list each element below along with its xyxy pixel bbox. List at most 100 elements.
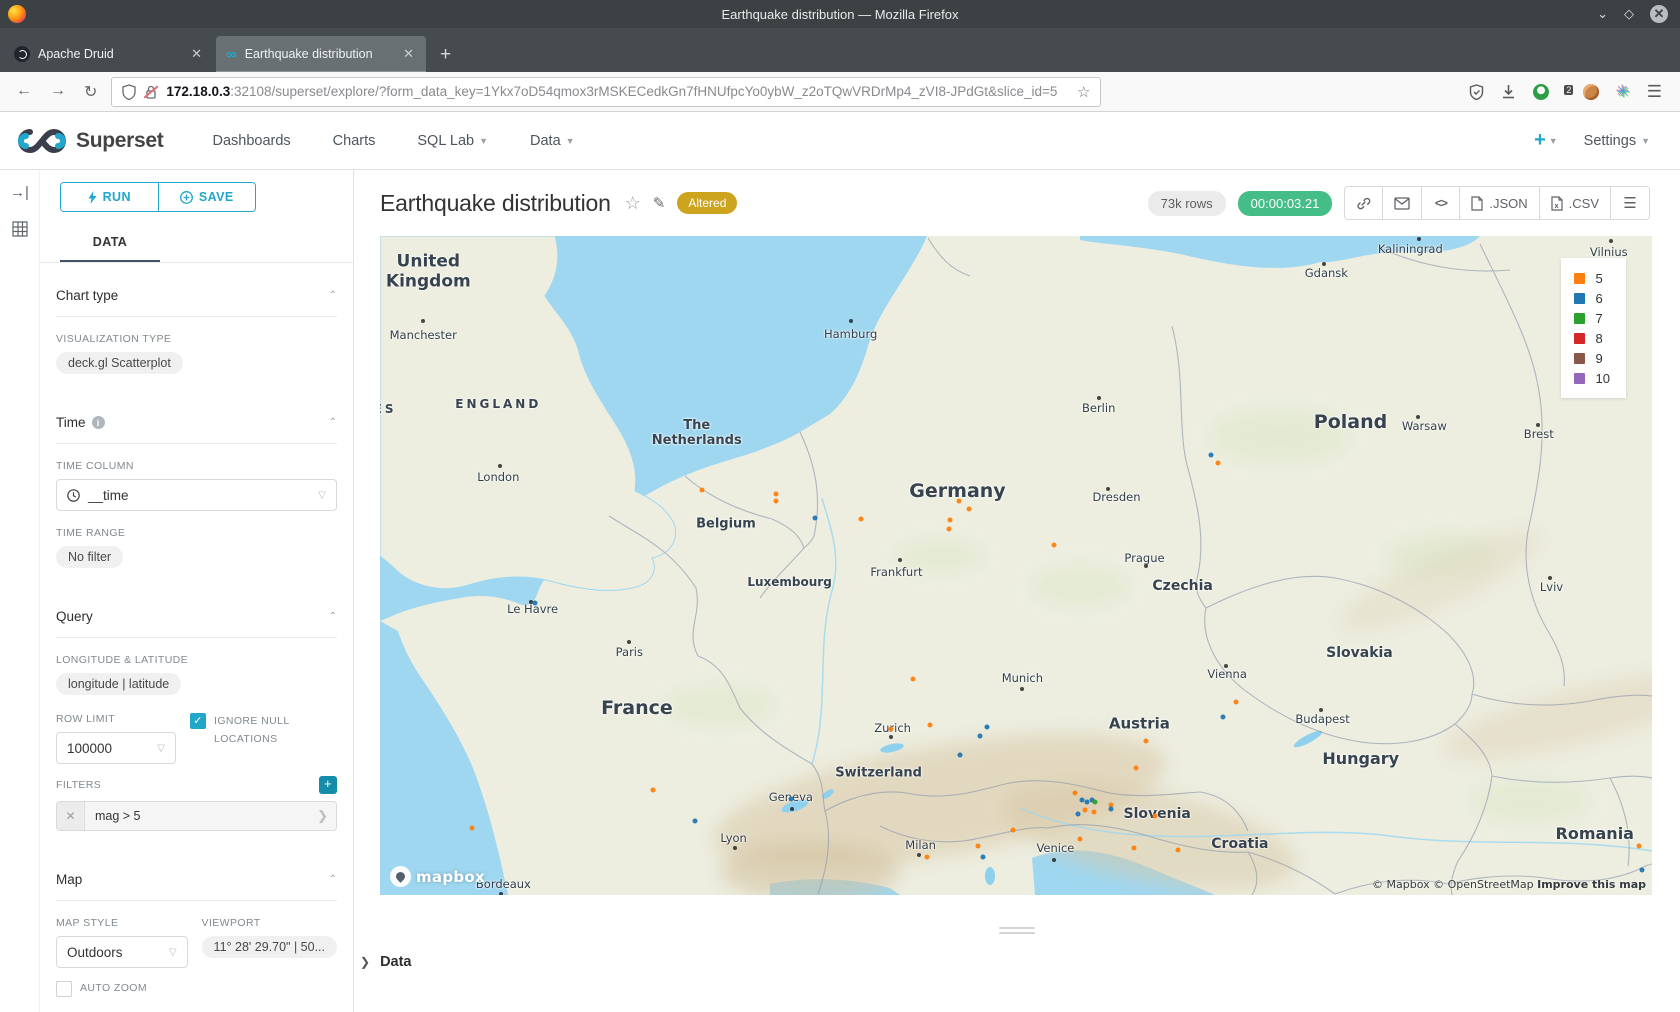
- earthquake-point[interactable]: [1133, 765, 1138, 770]
- window-minimize-button[interactable]: ⌄: [1597, 6, 1608, 22]
- earthquake-point[interactable]: [1109, 806, 1114, 811]
- earthquake-point[interactable]: [773, 491, 778, 496]
- tab-data[interactable]: DATA: [60, 226, 160, 262]
- remove-filter-icon[interactable]: ✕: [57, 802, 85, 830]
- filter-item[interactable]: ✕ mag > 5 ❯: [56, 801, 337, 831]
- earthquake-point[interactable]: [1234, 699, 1239, 704]
- earthquake-point[interactable]: [975, 844, 980, 849]
- earthquake-point[interactable]: [813, 516, 818, 521]
- row-limit-select[interactable]: 100000 ▽: [56, 732, 176, 764]
- cookie-extension-icon[interactable]: [1583, 84, 1599, 100]
- nav-menu-item[interactable]: Charts: [312, 133, 397, 149]
- earthquake-point[interactable]: [1077, 836, 1082, 841]
- earthquake-point[interactable]: [1072, 790, 1077, 795]
- section-query[interactable]: Query⌃: [56, 596, 337, 638]
- earthquake-point[interactable]: [1216, 460, 1221, 465]
- earthquake-point[interactable]: [958, 752, 963, 757]
- earthquake-point[interactable]: [946, 527, 951, 532]
- tracking-shield-icon[interactable]: [122, 84, 136, 100]
- earthquake-point[interactable]: [469, 825, 474, 830]
- run-button[interactable]: RUN: [61, 183, 159, 211]
- dataset-grid-icon[interactable]: [12, 221, 28, 237]
- earthquake-point[interactable]: [1076, 811, 1081, 816]
- forward-button[interactable]: →: [50, 82, 66, 102]
- nav-menu-item[interactable]: Data▼: [509, 133, 596, 149]
- mapbox-logo[interactable]: mapbox: [390, 866, 485, 887]
- ignore-null-checkbox[interactable]: ✓: [190, 713, 206, 729]
- earthquake-point[interactable]: [1082, 807, 1087, 812]
- section-map[interactable]: Map⌃: [56, 859, 337, 901]
- improve-map-link[interactable]: Improve this map: [1537, 878, 1646, 891]
- insecure-lock-icon[interactable]: [144, 84, 158, 100]
- earthquake-point[interactable]: [1152, 813, 1157, 818]
- save-button[interactable]: SAVE: [159, 183, 256, 211]
- superset-logo[interactable]: Superset: [16, 126, 163, 156]
- earthquake-point[interactable]: [858, 516, 863, 521]
- earthquake-point[interactable]: [910, 676, 915, 681]
- earthquake-point[interactable]: [699, 487, 704, 492]
- view-query-button[interactable]: <>: [1422, 187, 1460, 219]
- tab-close-icon[interactable]: ✕: [189, 46, 204, 62]
- earthquake-point[interactable]: [1052, 543, 1057, 548]
- protections-shield-icon[interactable]: [1469, 84, 1484, 100]
- window-close-button[interactable]: ✕: [1650, 5, 1668, 23]
- deckgl-scatterplot-map[interactable]: United KingdomENGLANDESThe NetherlandsBe…: [380, 236, 1652, 895]
- copy-link-button[interactable]: [1345, 187, 1383, 219]
- earthquake-point[interactable]: [1175, 848, 1180, 853]
- earthquake-point[interactable]: [1011, 827, 1016, 832]
- address-bar[interactable]: 172.18.0.3:32108/superset/explore/?form_…: [111, 77, 1101, 107]
- auto-zoom-checkbox[interactable]: [56, 981, 72, 997]
- reload-button[interactable]: ↻: [84, 82, 97, 102]
- downloads-icon[interactable]: [1501, 84, 1516, 100]
- add-filter-button[interactable]: +: [319, 776, 337, 794]
- panel-resize-handle[interactable]: [999, 927, 1035, 934]
- favorite-star-icon[interactable]: ☆: [625, 193, 641, 214]
- menu-hamburger-icon[interactable]: ☰: [1647, 82, 1662, 102]
- earthquake-point[interactable]: [984, 724, 989, 729]
- time-column-select[interactable]: __time ▽: [56, 479, 337, 511]
- window-maximize-button[interactable]: ◇: [1624, 6, 1634, 22]
- earthquake-point[interactable]: [1637, 844, 1642, 849]
- privacy-extension-icon[interactable]: [1533, 84, 1549, 100]
- earthquake-point[interactable]: [651, 788, 656, 793]
- earthquake-point[interactable]: [927, 722, 932, 727]
- section-chart-type[interactable]: Chart type⌃: [56, 275, 337, 317]
- tab-apache-druid[interactable]: Apache Druid ✕: [4, 36, 214, 72]
- new-chart-button[interactable]: +▼: [1534, 129, 1558, 152]
- earthquake-point[interactable]: [773, 498, 778, 503]
- new-tab-button[interactable]: +: [428, 44, 463, 72]
- settings-menu[interactable]: Settings▼: [1584, 133, 1650, 149]
- earthquake-point[interactable]: [1639, 867, 1644, 872]
- chevron-right-icon[interactable]: ❯: [317, 808, 336, 824]
- export-csv-button[interactable]: .CSV: [1540, 187, 1611, 219]
- data-panel-toggle[interactable]: ❯ Data: [360, 954, 1680, 970]
- bookmark-star-icon[interactable]: ☆: [1077, 83, 1090, 101]
- back-button[interactable]: ←: [16, 82, 32, 102]
- earthquake-point[interactable]: [1132, 846, 1137, 851]
- earthquake-point[interactable]: [956, 498, 961, 503]
- earthquake-point[interactable]: [966, 506, 971, 511]
- earthquake-point[interactable]: [1208, 452, 1213, 457]
- viewport-value[interactable]: 11° 28' 29.70" | 50...: [202, 936, 337, 958]
- earthquake-point[interactable]: [924, 854, 929, 859]
- lonlat-value[interactable]: longitude | latitude: [56, 673, 181, 695]
- earthquake-point[interactable]: [978, 734, 983, 739]
- earthquake-point[interactable]: [788, 796, 793, 801]
- attrib-mapbox-link[interactable]: © Mapbox: [1372, 878, 1430, 891]
- earthquake-point[interactable]: [533, 601, 538, 606]
- time-range-value[interactable]: No filter: [56, 546, 123, 568]
- earthquake-point[interactable]: [1143, 738, 1148, 743]
- chart-menu-button[interactable]: ☰: [1611, 187, 1649, 219]
- attrib-osm-link[interactable]: © OpenStreetMap: [1433, 878, 1534, 891]
- earthquake-point[interactable]: [693, 819, 698, 824]
- map-style-select[interactable]: Outdoors ▽: [56, 936, 188, 968]
- export-json-button[interactable]: .JSON: [1460, 187, 1539, 219]
- viz-type-value[interactable]: deck.gl Scatterplot: [56, 352, 183, 374]
- tab-close-icon[interactable]: ✕: [401, 46, 416, 62]
- earthquake-point[interactable]: [947, 518, 952, 523]
- earthquake-point[interactable]: [1092, 800, 1097, 805]
- section-time[interactable]: Timei⌃: [56, 402, 337, 444]
- expand-datasource-panel-icon[interactable]: →|: [10, 184, 29, 201]
- earthquake-point[interactable]: [1221, 715, 1226, 720]
- earthquake-point[interactable]: [889, 726, 894, 731]
